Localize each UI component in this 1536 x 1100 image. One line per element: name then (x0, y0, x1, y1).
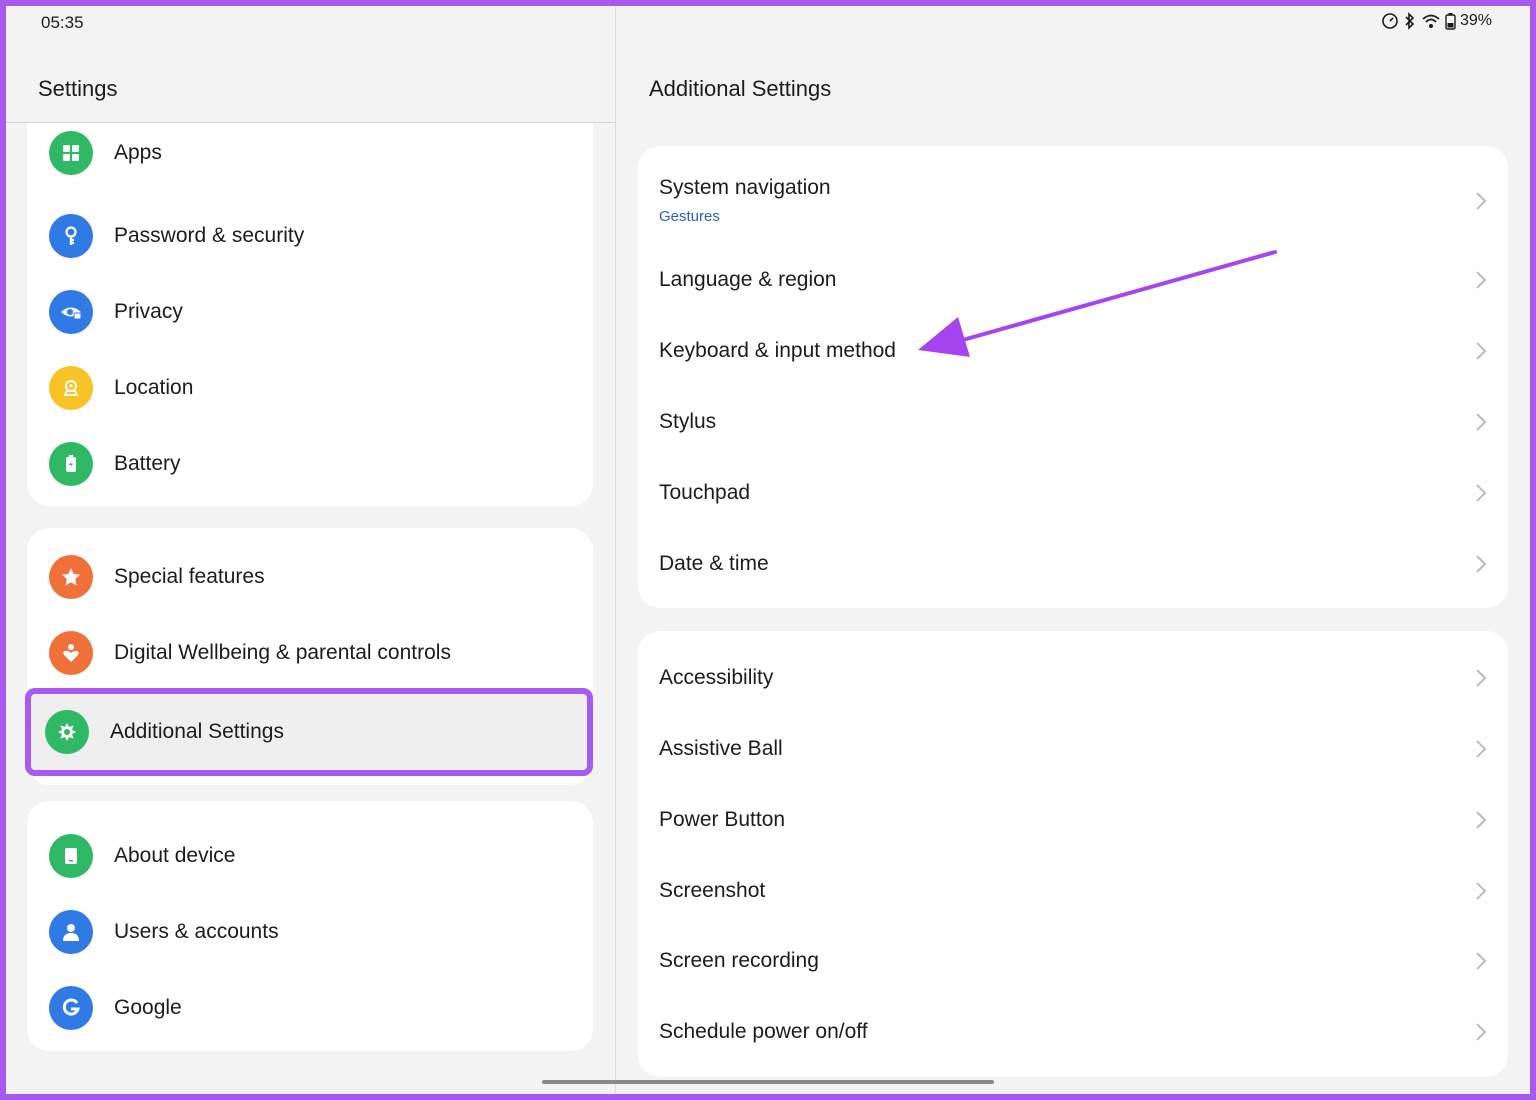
pane-divider (615, 6, 616, 1094)
row-label: Screen recording (659, 949, 819, 972)
sidebar-item-additional-settings[interactable]: Additional Settings (25, 688, 593, 776)
row-system-navigation[interactable]: System navigation Gestures (638, 168, 1508, 240)
chevron-right-icon (1476, 271, 1487, 289)
sidebar-item-label: Privacy (114, 300, 183, 323)
wifi-icon (1422, 14, 1440, 28)
sidebar-item-special-features[interactable]: Special features (27, 547, 593, 607)
chevron-right-icon (1476, 413, 1487, 431)
additional-settings-group-2: Accessibility Assistive Ball Power Butto… (638, 631, 1508, 1077)
status-icons: 39% (1381, 12, 1492, 30)
chevron-right-icon (1476, 342, 1487, 360)
sidebar-item-apps[interactable]: Apps (27, 123, 593, 183)
additional-settings-group-1: System navigation Gestures Language & re… (638, 146, 1508, 608)
sidebar-item-digital-wellbeing[interactable]: Digital Wellbeing & parental controls (27, 623, 593, 683)
apps-icon (49, 131, 93, 175)
key-icon (49, 214, 93, 258)
page-title: Additional Settings (649, 76, 832, 101)
sidebar-title: Settings (38, 76, 118, 101)
row-schedule-power[interactable]: Schedule power on/off (638, 1002, 1508, 1062)
sidebar-item-users-accounts[interactable]: Users & accounts (27, 902, 593, 962)
sidebar-item-label: Apps (114, 141, 162, 164)
gear-icon (45, 710, 89, 754)
chevron-right-icon (1476, 669, 1487, 687)
sidebar-item-label: Additional Settings (110, 720, 284, 743)
sidebar-item-label: Special features (114, 565, 265, 588)
annotation-arrow (918, 250, 1277, 357)
chevron-right-icon (1476, 1023, 1487, 1041)
sidebar-item-password-security[interactable]: Password & security (27, 206, 593, 266)
sidebar-item-label: Battery (114, 452, 181, 475)
sidebar-item-label: Google (114, 996, 182, 1019)
sidebar-item-location[interactable]: Location (27, 358, 593, 418)
row-label: Accessibility (659, 666, 774, 689)
location-icon (49, 366, 93, 410)
chevron-right-icon (1476, 882, 1487, 900)
row-label: Language & region (659, 268, 837, 291)
row-sublabel: Gestures (659, 208, 720, 225)
row-screen-recording[interactable]: Screen recording (638, 931, 1508, 991)
chevron-right-icon (1476, 740, 1487, 758)
tablet-icon (49, 834, 93, 878)
sidebar-item-label: About device (114, 844, 236, 867)
chevron-right-icon (1476, 952, 1487, 970)
user-icon (49, 910, 93, 954)
row-stylus[interactable]: Stylus (638, 392, 1508, 452)
chevron-right-icon (1476, 484, 1487, 502)
chevron-right-icon (1476, 811, 1487, 829)
star-icon (49, 555, 93, 599)
speedometer-icon (1382, 13, 1398, 29)
row-label: Stylus (659, 410, 717, 433)
sidebar-item-additional-settings-row: Additional Settings (21, 702, 577, 762)
row-label: Schedule power on/off (659, 1020, 868, 1043)
sidebar-item-privacy[interactable]: Privacy (27, 282, 593, 342)
google-icon (49, 986, 93, 1030)
row-label: Date & time (659, 552, 769, 575)
sidebar-item-about-device[interactable]: About device (27, 826, 593, 886)
row-label: Touchpad (659, 481, 751, 504)
row-screenshot[interactable]: Screenshot (638, 861, 1508, 921)
row-power-button[interactable]: Power Button (638, 790, 1508, 850)
row-touchpad[interactable]: Touchpad (638, 463, 1508, 523)
home-indicator[interactable] (542, 1080, 994, 1084)
battery-icon (49, 442, 93, 486)
sidebar-item-label: Digital Wellbeing & parental controls (114, 641, 451, 664)
settings-group-3: About device Users & accounts Google (27, 801, 593, 1051)
chevron-right-icon (1476, 192, 1487, 210)
row-assistive-ball[interactable]: Assistive Ball (638, 719, 1508, 779)
heart-person-icon (49, 631, 93, 675)
sidebar-item-google[interactable]: Google (27, 978, 593, 1038)
sidebar-item-battery[interactable]: Battery (27, 434, 593, 494)
sidebar-item-label: Users & accounts (114, 920, 279, 943)
battery-percent: 39% (1459, 12, 1492, 29)
row-accessibility[interactable]: Accessibility (638, 648, 1508, 708)
battery-icon (1445, 13, 1456, 30)
chevron-right-icon (1476, 555, 1487, 573)
row-label: Power Button (659, 808, 786, 831)
eye-lock-icon (49, 290, 93, 334)
bluetooth-icon (1405, 12, 1415, 30)
sidebar-item-label: Password & security (114, 224, 305, 247)
settings-group-1: Apps Password & security Privacy Locatio… (27, 123, 593, 506)
settings-sidebar: Settings Apps Password & security Privac… (6, 6, 615, 1094)
sidebar-item-label: Location (114, 376, 194, 399)
row-label: System navigation (659, 176, 831, 199)
row-label: Keyboard & input method (659, 339, 896, 362)
row-label: Assistive Ball (659, 737, 783, 760)
row-label: Screenshot (659, 879, 766, 902)
row-date-time[interactable]: Date & time (638, 534, 1508, 594)
